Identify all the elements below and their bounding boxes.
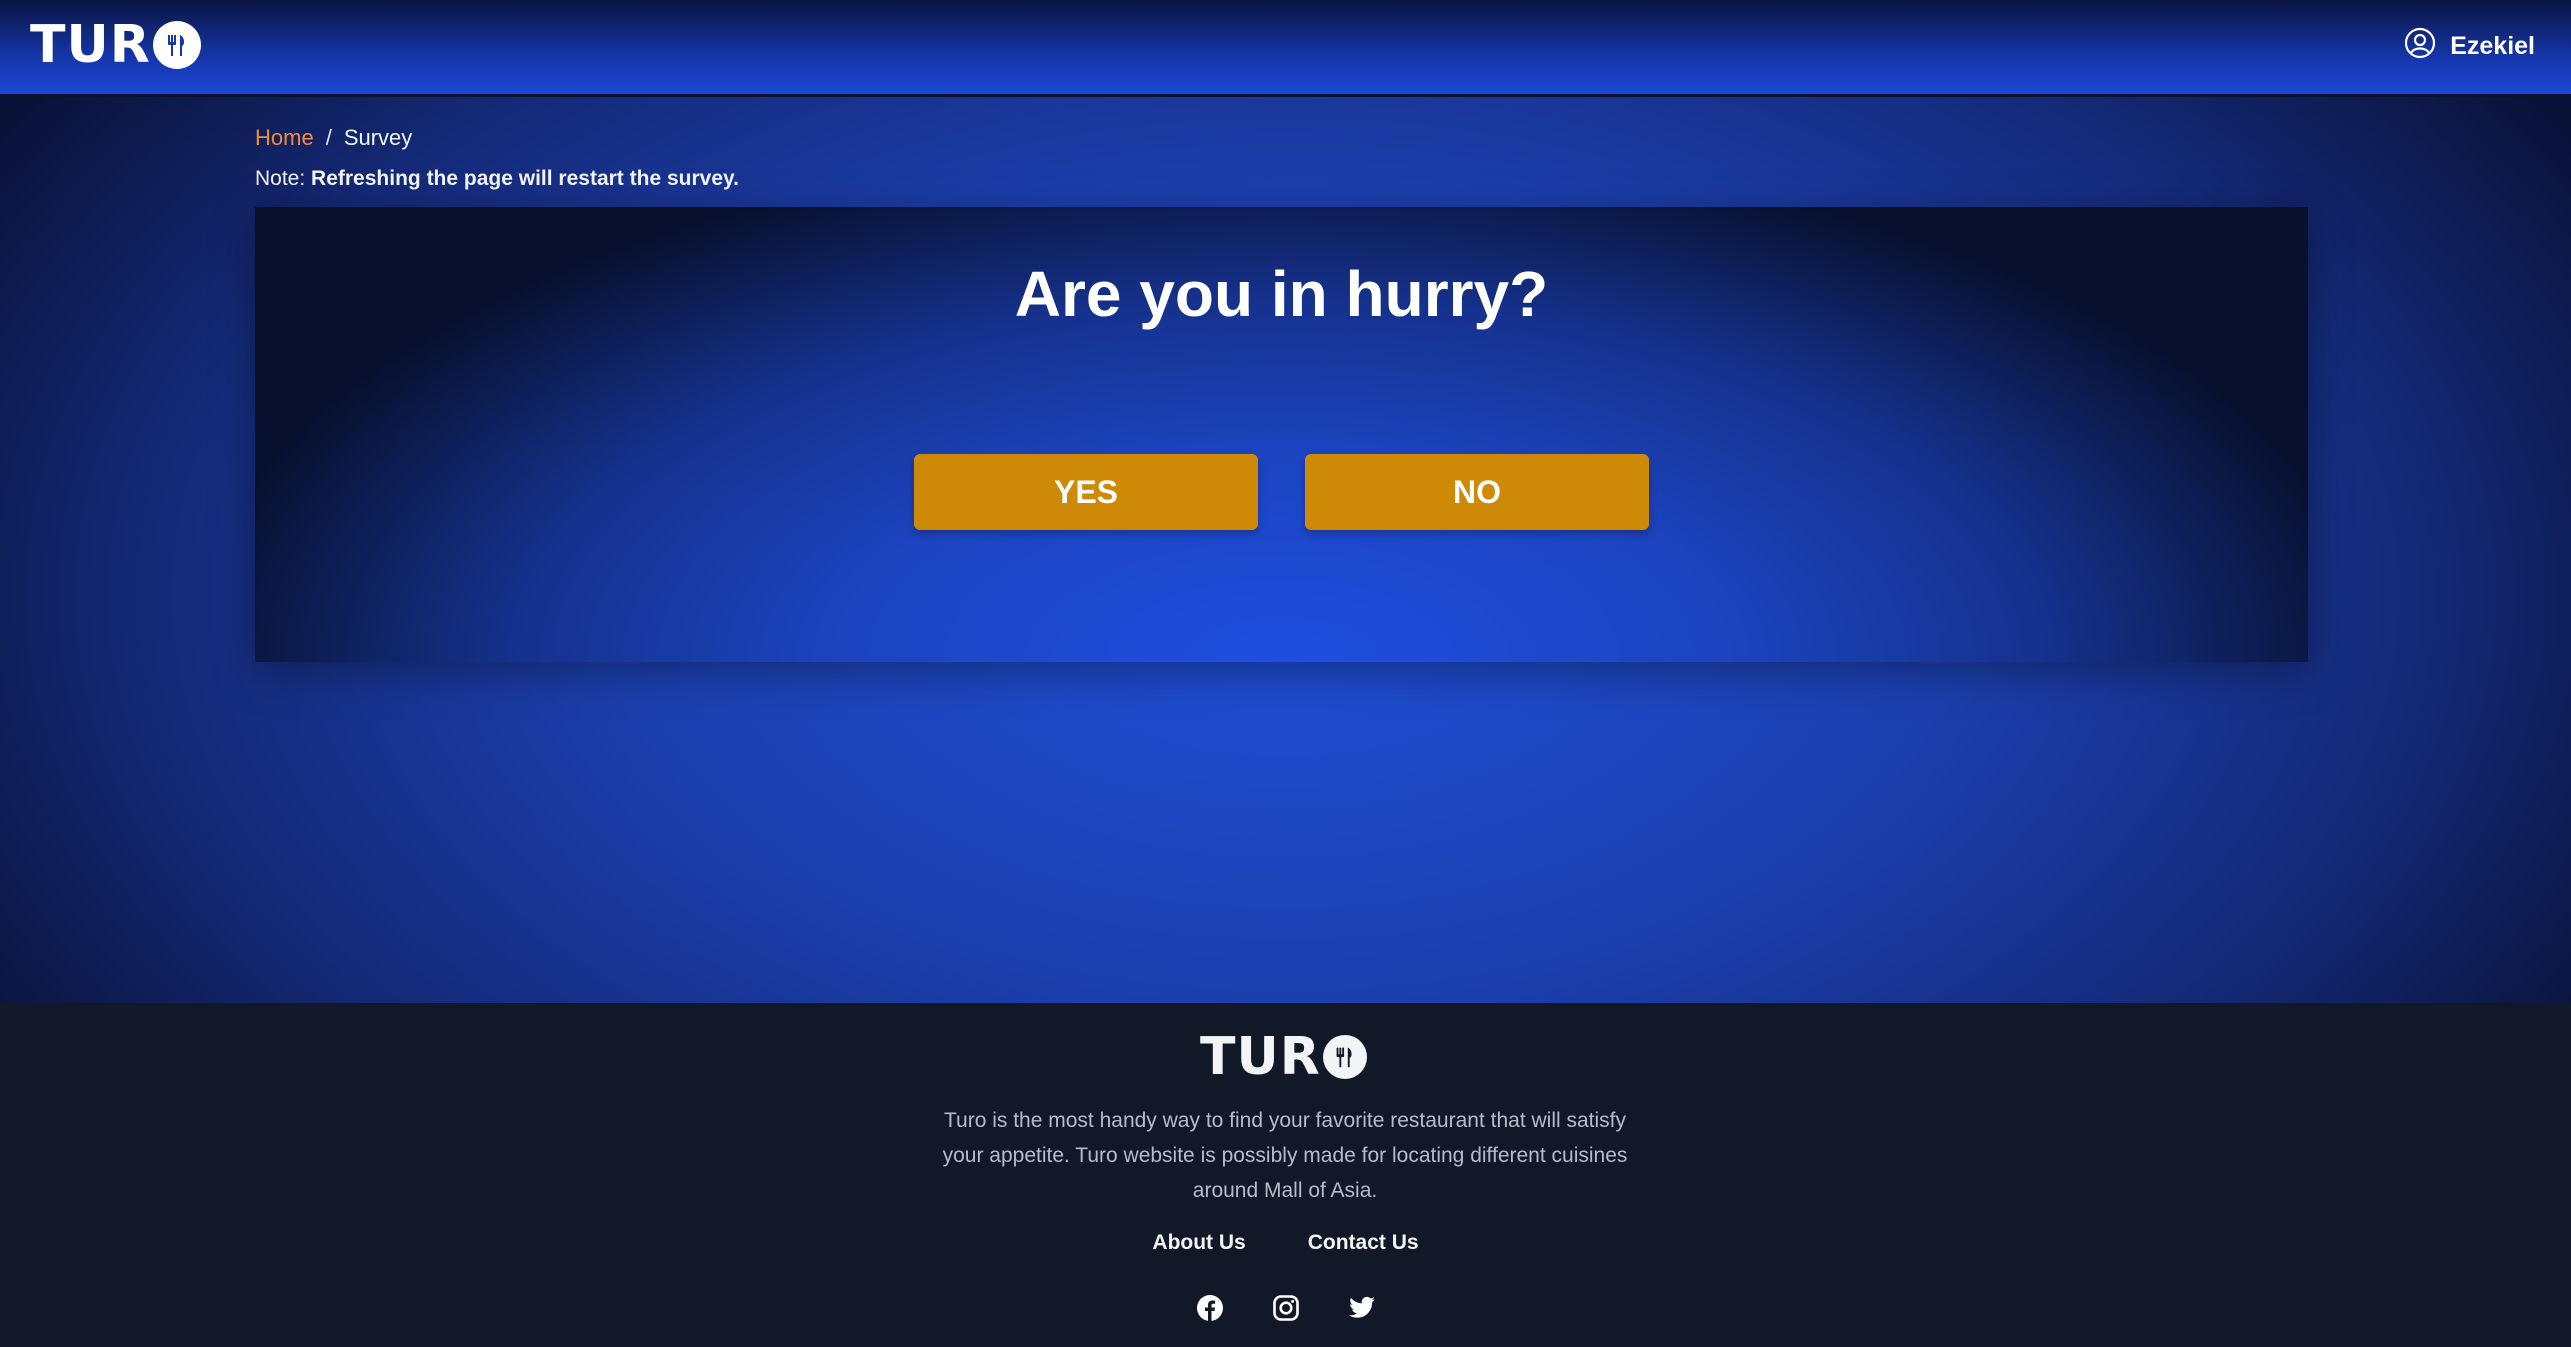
note-text: Refreshing the page will restart the sur…	[311, 167, 739, 190]
breadcrumb-home-link[interactable]: Home	[255, 125, 314, 151]
about-us-link[interactable]: About Us	[1152, 1231, 1245, 1255]
top-navbar: TUR Ezekiel	[0, 0, 2571, 97]
facebook-icon[interactable]	[1195, 1293, 1225, 1323]
breadcrumb-current: Survey	[343, 125, 413, 150]
footer-logo-text: TUR	[1200, 1027, 1321, 1087]
footer-description: Turo is the most handy way to find your …	[942, 1109, 1628, 1202]
fork-knife-icon	[152, 21, 201, 69]
survey-page: Home / Survey Note: Refreshing the page …	[0, 97, 2571, 1003]
contact-us-link[interactable]: Contact Us	[1308, 1231, 1419, 1255]
fork-knife-icon	[1322, 1035, 1367, 1079]
survey-question: Are you in hurry?	[1014, 258, 1549, 330]
survey-question-card: Are you in hurry? YES NO	[255, 207, 2308, 662]
logo-text: TUR	[30, 15, 151, 75]
footer-logo: TUR	[1200, 1027, 1367, 1087]
social-links	[0, 1293, 2571, 1323]
user-name: Ezekiel	[2450, 31, 2535, 60]
breadcrumb: Home / Survey	[255, 125, 412, 151]
footer: TUR Turo is the most handy way to find y…	[0, 1003, 2571, 1347]
no-button[interactable]: NO	[1305, 454, 1649, 530]
yes-button[interactable]: YES	[914, 454, 1258, 530]
breadcrumb-separator: /	[325, 125, 332, 150]
instagram-icon[interactable]	[1271, 1293, 1301, 1323]
user-circle-icon	[2404, 27, 2436, 66]
note-label: Note:	[255, 167, 306, 190]
turo-logo[interactable]: TUR	[30, 14, 201, 76]
survey-note: Note: Refreshing the page will restart t…	[255, 167, 739, 191]
footer-links: About Us Contact Us	[0, 1231, 2571, 1255]
user-menu[interactable]: Ezekiel	[2404, 26, 2535, 66]
twitter-icon[interactable]	[1347, 1293, 1377, 1323]
